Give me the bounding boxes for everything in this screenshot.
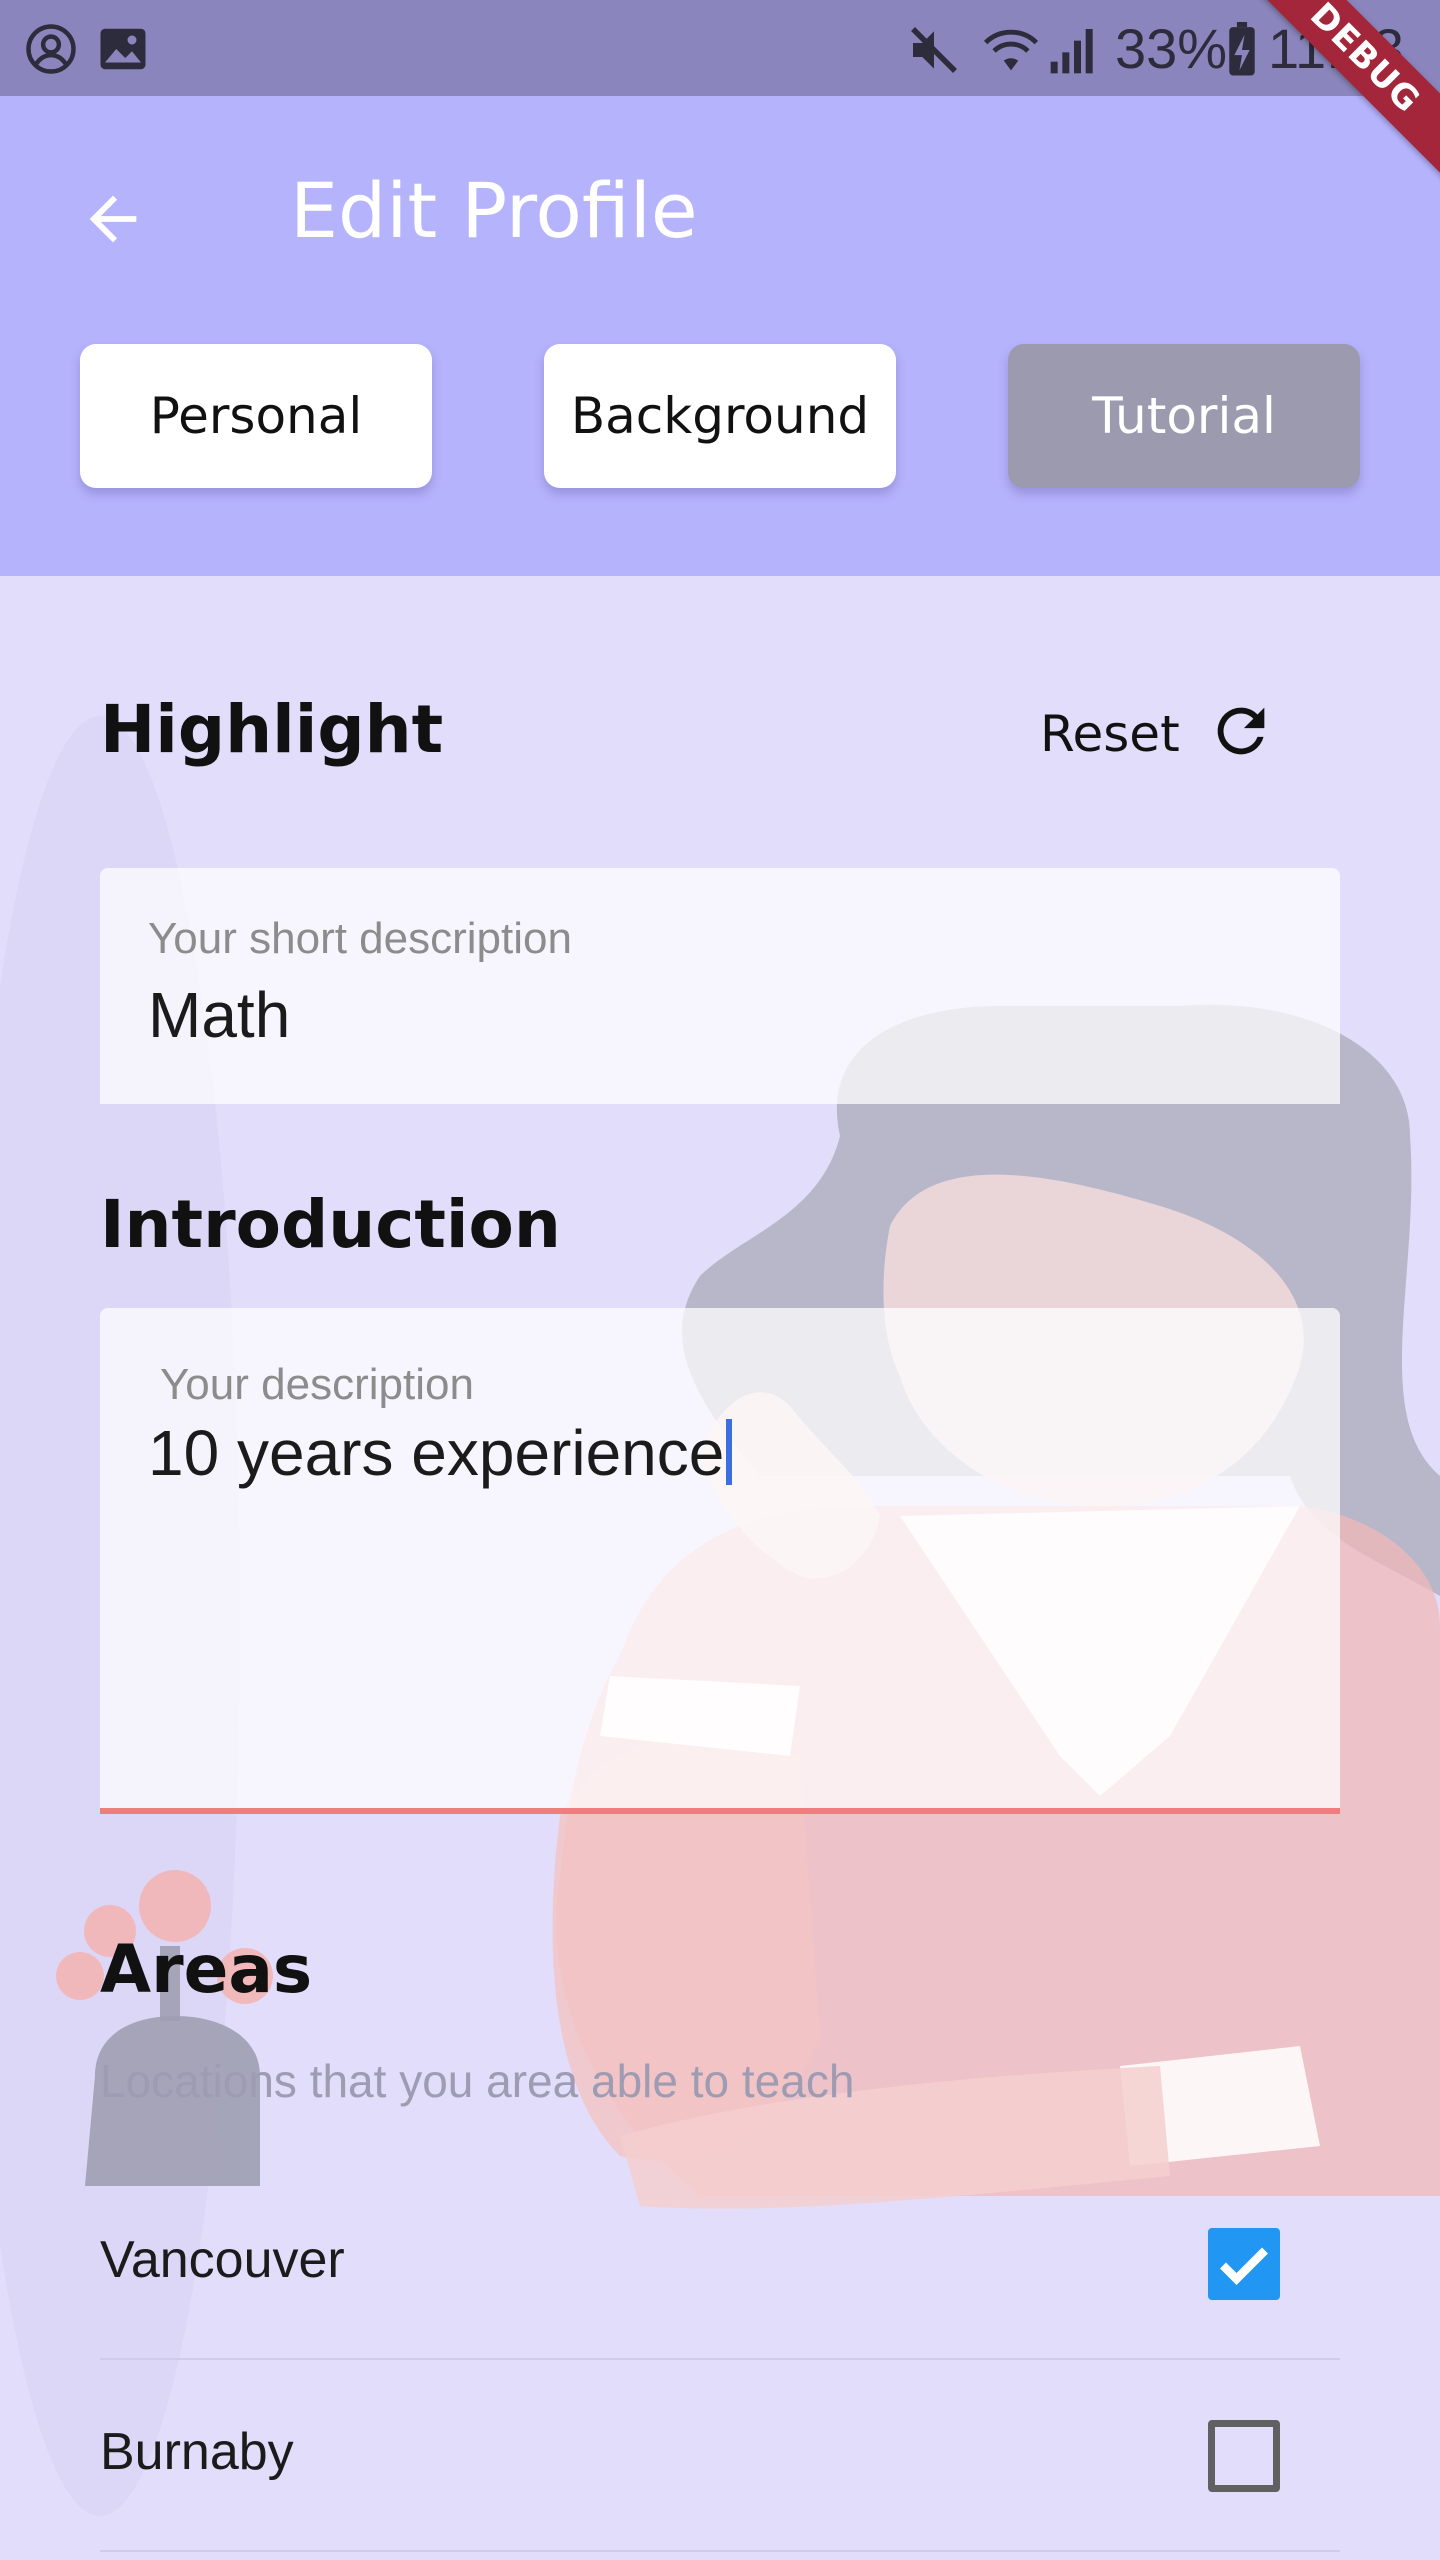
area-label-vancouver: Vancouver [100, 2231, 345, 2289]
mute-icon [906, 22, 962, 83]
area-label-burnaby: Burnaby [100, 2423, 294, 2481]
wifi-icon [982, 22, 1040, 85]
tab-background[interactable]: Background [544, 344, 896, 488]
reset-button[interactable]: Reset [1040, 696, 1276, 771]
arrow-back-icon [78, 184, 148, 259]
text-cursor [726, 1419, 733, 1485]
short-description-label: Your short description [148, 914, 572, 963]
edit-profile-screen: 33% 11:23 DEBUG Edit Profile Personal Ba… [0, 0, 1440, 2560]
tab-tutorial[interactable]: Tutorial [1008, 344, 1360, 488]
short-description-field[interactable]: Your short description Math [100, 868, 1340, 1104]
signal-icon [1046, 22, 1102, 83]
areas-section-title: Areas [100, 1931, 313, 2008]
profile-form: Highlight Reset Your short description M… [0, 576, 1440, 2560]
account-circle-icon [24, 22, 78, 81]
refresh-icon [1206, 696, 1276, 771]
short-description-value: Math [148, 979, 291, 1051]
battery-charging-icon [1224, 22, 1260, 83]
app-bar: Edit Profile Personal Background Tutoria… [0, 96, 1440, 576]
status-bar: 33% 11:23 [0, 0, 1440, 96]
image-icon [96, 22, 150, 81]
description-label: Your description [160, 1360, 474, 1409]
back-button[interactable] [68, 176, 158, 266]
introduction-section-title: Introduction [100, 1186, 561, 1263]
checkbox-burnaby[interactable] [1208, 2420, 1280, 2492]
description-field[interactable]: Your description 10 years experience [100, 1308, 1340, 1814]
battery-percentage: 33% [1115, 17, 1228, 80]
checkbox-vancouver[interactable] [1208, 2228, 1280, 2300]
areas-hint: Locations that you area able to teach [100, 2055, 855, 2107]
area-item-burnaby[interactable]: Burnaby [100, 2358, 1340, 2552]
page-title: Edit Profile [290, 166, 698, 255]
description-value-wrapper: 10 years experience [148, 1416, 733, 1490]
area-item-vancouver[interactable]: Vancouver [100, 2166, 1340, 2360]
description-value: 10 years experience [148, 1417, 725, 1489]
reset-label: Reset [1040, 704, 1180, 763]
tab-personal[interactable]: Personal [80, 344, 432, 488]
highlight-section-title: Highlight [100, 691, 444, 768]
check-icon [1208, 2247, 1280, 2304]
